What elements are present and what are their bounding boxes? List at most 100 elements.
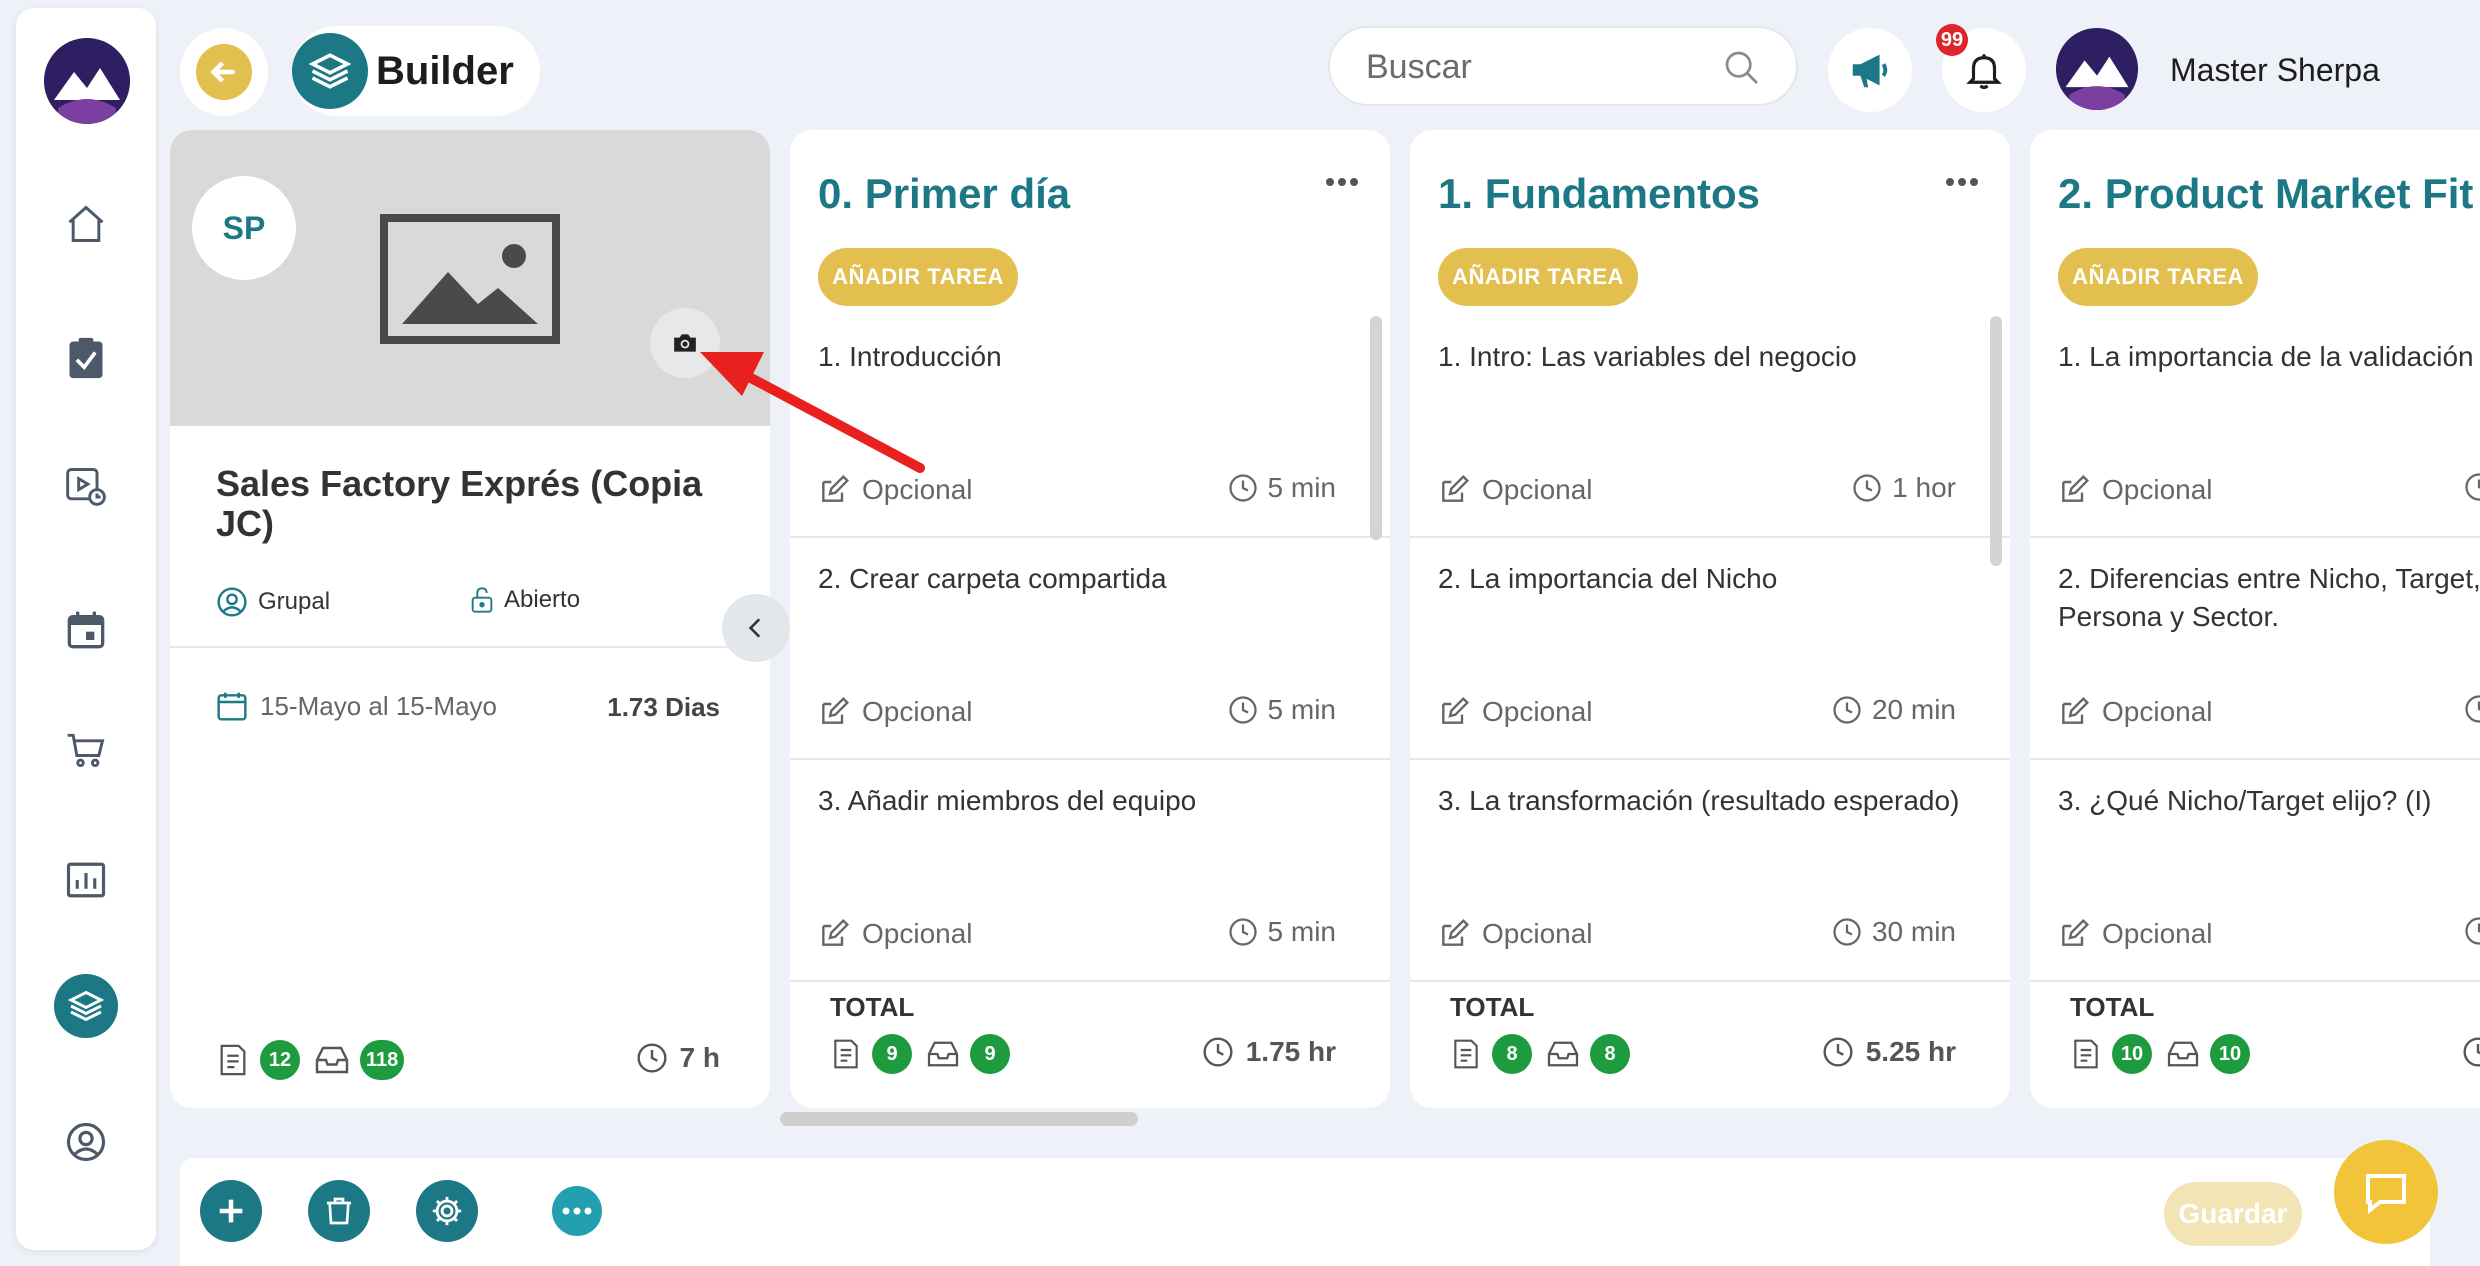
more-options-icon bbox=[562, 1207, 592, 1215]
task-duration bbox=[2464, 472, 2480, 502]
project-cover: SP bbox=[170, 130, 770, 426]
clock-icon bbox=[1823, 1037, 1853, 1067]
back-button[interactable] bbox=[180, 28, 268, 116]
chat-button[interactable] bbox=[2334, 1140, 2438, 1244]
tasks-count-badge: 12 bbox=[260, 1040, 300, 1080]
column-scrollbar[interactable] bbox=[1370, 316, 1382, 540]
task-optional: Opcional bbox=[1438, 696, 1593, 728]
document-icon bbox=[834, 1039, 858, 1069]
page-title: Builder bbox=[376, 48, 514, 93]
chat-icon bbox=[2366, 1174, 2406, 1215]
chart-icon[interactable] bbox=[54, 848, 118, 912]
megaphone-icon bbox=[1852, 54, 1888, 88]
task-card[interactable]: 2. La importancia del Nicho Opcional 20 … bbox=[1410, 538, 2010, 760]
change-cover-button[interactable] bbox=[650, 308, 720, 378]
announcements-button[interactable] bbox=[1828, 28, 1912, 112]
cart-icon[interactable] bbox=[54, 718, 118, 782]
task-card[interactable]: 3. Añadir miembros del equipo Opcional 5… bbox=[790, 760, 1390, 982]
builder-header: Builder bbox=[292, 26, 540, 116]
column-hours: 5.25 hr bbox=[1822, 1036, 1956, 1068]
task-duration bbox=[2464, 694, 2480, 724]
calendar-icon[interactable] bbox=[54, 598, 118, 662]
task-title: 2. La importancia del Nicho bbox=[1438, 563, 1778, 594]
column-total-label: TOTAL bbox=[830, 992, 915, 1022]
save-button[interactable]: Guardar bbox=[2164, 1182, 2302, 1246]
video-icon[interactable] bbox=[54, 454, 118, 518]
inbox-icon bbox=[2167, 1041, 2199, 1067]
task-card[interactable]: 2. Crear carpeta compartida Opcional 5 m… bbox=[790, 538, 1390, 760]
gear-icon bbox=[432, 1196, 462, 1226]
task-title: 1. Intro: Las variables del negocio bbox=[1438, 341, 1857, 372]
app-logo[interactable] bbox=[44, 38, 130, 124]
edit-icon bbox=[2062, 918, 2090, 946]
task-card[interactable]: 1. Introducción Opcional 5 min bbox=[790, 316, 1390, 538]
task-optional-label: Opcional bbox=[2102, 696, 2213, 727]
project-type: Grupal bbox=[216, 586, 330, 618]
column-hours-label: 1.75 hr bbox=[1245, 1036, 1336, 1067]
task-title: 3. Añadir miembros del equipo bbox=[818, 785, 1197, 816]
column-fundamentos: 1. Fundamentos AÑADIR TAREA 1. Intro: La… bbox=[1410, 130, 2010, 1108]
task-time-label: 1 hor bbox=[1892, 472, 1956, 503]
task-duration bbox=[2464, 916, 2480, 946]
document-icon bbox=[2074, 1039, 2098, 1069]
more-options-icon[interactable] bbox=[1324, 176, 1360, 188]
add-task-button[interactable]: AÑADIR TAREA bbox=[2058, 248, 2258, 306]
unlock-icon bbox=[471, 587, 493, 613]
board-horizontal-scrollbar[interactable] bbox=[780, 1112, 1138, 1126]
task-card[interactable]: 1. La importancia de la validación Opcio… bbox=[2030, 316, 2480, 538]
task-optional: Opcional bbox=[818, 696, 973, 728]
task-card[interactable]: 2. Diferencias entre Nicho, Target, Pers… bbox=[2030, 538, 2480, 760]
user-icon[interactable] bbox=[54, 1110, 118, 1174]
notifications-button[interactable]: 99 bbox=[1936, 24, 2026, 112]
inbox-icon bbox=[927, 1041, 959, 1067]
trash-icon bbox=[327, 1197, 351, 1225]
date-range-label: 15-Mayo al 15-Mayo bbox=[260, 690, 497, 721]
edit-icon bbox=[822, 474, 850, 502]
inbox-icon bbox=[1547, 1041, 1579, 1067]
task-duration: 30 min bbox=[1832, 916, 1956, 948]
add-task-button[interactable]: AÑADIR TAREA bbox=[1438, 248, 1638, 306]
delete-button[interactable] bbox=[308, 1180, 370, 1242]
search-icon[interactable] bbox=[1722, 48, 1762, 88]
edit-icon bbox=[1442, 696, 1470, 724]
items-count-badge: 8 bbox=[1590, 1034, 1630, 1074]
task-card[interactable]: 3. La transformación (resultado esperado… bbox=[1410, 760, 2010, 982]
column-hours-label: 5.25 hr bbox=[1865, 1036, 1956, 1067]
more-options-icon[interactable] bbox=[1944, 176, 1980, 188]
avatar[interactable] bbox=[2056, 28, 2138, 110]
project-access-label: Abierto bbox=[504, 586, 581, 613]
notification-badge: 99 bbox=[1936, 24, 1968, 56]
task-card[interactable]: 3. ¿Qué Nicho/Target elijo? (I) Opcional bbox=[2030, 760, 2480, 982]
add-task-button[interactable]: AÑADIR TAREA bbox=[818, 248, 1018, 306]
bell-icon bbox=[1966, 54, 2002, 90]
task-title: 2. Crear carpeta compartida bbox=[818, 563, 1167, 594]
clock-icon bbox=[1228, 696, 1257, 724]
items-count-badge: 118 bbox=[360, 1040, 405, 1080]
collapse-panel-button[interactable] bbox=[722, 594, 790, 662]
clock-icon bbox=[2465, 917, 2480, 945]
task-time-label: 30 min bbox=[1871, 916, 1956, 947]
tasks-count-badge: 8 bbox=[1492, 1034, 1532, 1074]
add-button[interactable] bbox=[200, 1180, 262, 1242]
task-card[interactable]: 1. Intro: Las variables del negocio Opci… bbox=[1410, 316, 2010, 538]
task-title: 2. Diferencias entre Nicho, Target, Pers… bbox=[2058, 563, 2480, 632]
column-scrollbar[interactable] bbox=[1990, 316, 2002, 566]
edit-icon bbox=[2062, 696, 2090, 724]
project-card: SP Sales Factory Exprés (Copia JC) Grupa… bbox=[170, 130, 770, 1108]
tasks-icon[interactable] bbox=[54, 326, 118, 390]
camera-icon bbox=[674, 334, 696, 352]
settings-button[interactable] bbox=[416, 1180, 478, 1242]
column-title: 0. Primer día bbox=[818, 170, 1071, 217]
layers-icon[interactable] bbox=[54, 974, 118, 1038]
task-duration: 1 hor bbox=[1852, 472, 1956, 504]
project-counts: 12 118 bbox=[216, 1040, 405, 1080]
search-input[interactable] bbox=[1366, 46, 1706, 88]
column-title: 1. Fundamentos bbox=[1438, 170, 1761, 217]
task-optional-label: Opcional bbox=[1482, 918, 1593, 949]
more-actions-button[interactable] bbox=[552, 1186, 602, 1236]
column-counts: 8 8 bbox=[1450, 1034, 1630, 1074]
home-icon[interactable] bbox=[54, 192, 118, 256]
user-name[interactable]: Master Sherpa bbox=[2170, 52, 2380, 89]
project-title: Sales Factory Exprés (Copia JC) bbox=[216, 463, 703, 544]
column-counts: 9 9 bbox=[830, 1034, 1010, 1074]
